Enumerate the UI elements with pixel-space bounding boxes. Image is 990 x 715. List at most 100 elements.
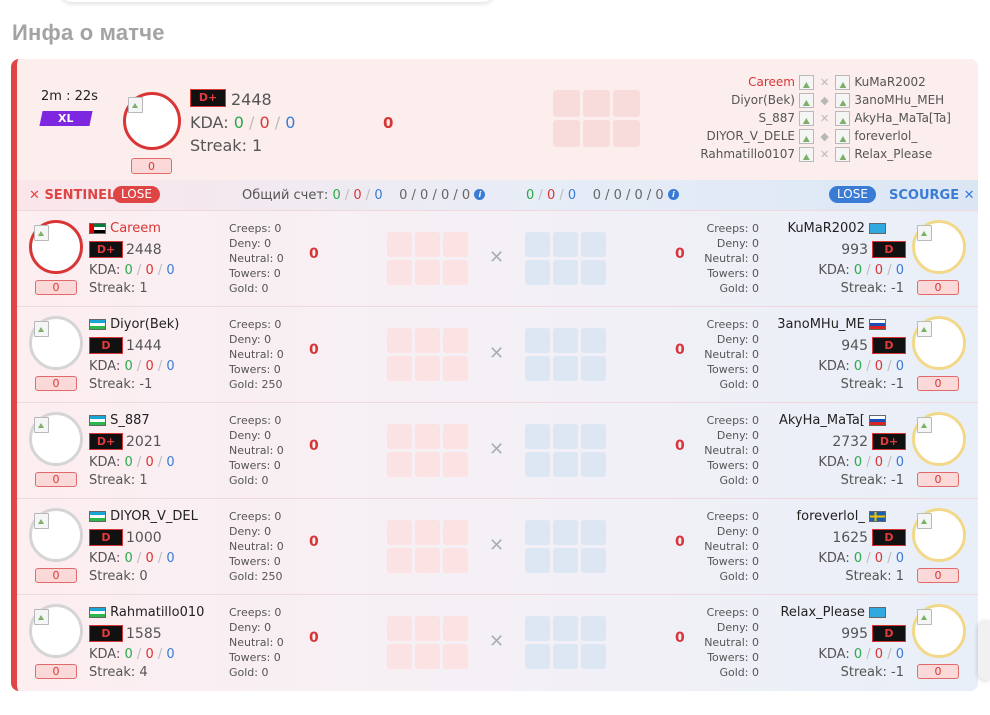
- player-pill: 0: [917, 280, 959, 295]
- kda-kills: 0: [853, 359, 863, 374]
- item-slot: [387, 356, 412, 381]
- player-name[interactable]: Diyor(Bek): [89, 317, 179, 332]
- broken-image-icon: [917, 321, 932, 337]
- kda: KDA: 0 / 0 / 0: [89, 263, 175, 278]
- roster-row: Diyor(Bek) ◆ 3anoMHu_MEH: [647, 91, 967, 109]
- item-slot: [553, 120, 580, 147]
- mmr-value: 945: [841, 338, 868, 354]
- hero-icon: [798, 93, 814, 108]
- side-widget[interactable]: [978, 620, 990, 680]
- kda-deaths: 0: [874, 455, 884, 470]
- mmr-value: 1444: [126, 338, 162, 354]
- player-name[interactable]: foreverlol_: [797, 509, 886, 524]
- kda-assists: 0: [895, 647, 904, 662]
- roster-right-name[interactable]: KuMaR2002: [854, 75, 925, 89]
- player-avatar[interactable]: [29, 508, 83, 562]
- stat-line: Gold: 0: [719, 378, 760, 391]
- player-name[interactable]: DIYOR_V_DEL: [89, 509, 198, 524]
- roster-left-name[interactable]: DIYOR_V_DELE: [647, 127, 795, 145]
- roster-left-name[interactable]: Diyor(Bek): [647, 91, 795, 109]
- player-avatar[interactable]: [912, 508, 966, 562]
- player-pill: 0: [35, 664, 77, 679]
- stat-line: Towers: 0: [229, 459, 281, 472]
- mode-badge: XL: [39, 111, 93, 126]
- roster-right-name[interactable]: 3anoMHu_MEH: [854, 93, 944, 107]
- player-avatar[interactable]: [912, 220, 966, 274]
- swords-icon: ✕: [820, 75, 830, 89]
- flag-icon: [869, 223, 886, 234]
- info-icon[interactable]: i: [474, 189, 486, 200]
- player-avatar[interactable]: [29, 316, 83, 370]
- player-avatar[interactable]: [29, 220, 83, 274]
- player-score: 0: [675, 342, 685, 358]
- shield-icon: ◆: [820, 93, 829, 107]
- sentinel-result-badge: LOSE: [113, 186, 160, 203]
- rank-badge: D: [872, 625, 906, 642]
- mmr-value: 2732: [832, 434, 868, 450]
- item-slot: [443, 616, 468, 641]
- stat-line: Gold: 0: [719, 282, 760, 295]
- broken-image-icon: [917, 609, 932, 625]
- player-name[interactable]: S_887: [89, 413, 150, 428]
- roster-left-name[interactable]: S_887: [647, 109, 795, 127]
- stat-line: Creeps: 0: [229, 510, 282, 523]
- stat-line: Creeps: 0: [706, 606, 759, 619]
- kda-kills: 0: [853, 551, 863, 566]
- hero-icon: [798, 129, 814, 144]
- hero-icon: [835, 147, 851, 162]
- kda-assists: 0: [895, 455, 904, 470]
- kda-label: KDA:: [89, 455, 121, 470]
- player-avatar[interactable]: [29, 412, 83, 466]
- item-slot: [387, 548, 412, 573]
- item-slot: [525, 232, 550, 257]
- rank-badge: D+: [89, 241, 123, 258]
- item-slots: [525, 520, 606, 573]
- stat-line: Neutral: 0: [704, 444, 759, 457]
- roster-left-name[interactable]: Careem: [647, 73, 795, 91]
- kda-kills: 0: [853, 455, 863, 470]
- player-avatar[interactable]: [29, 604, 83, 658]
- player-avatar[interactable]: [912, 412, 966, 466]
- player-avatar[interactable]: [912, 316, 966, 370]
- match-duration: 2m : 22s: [41, 89, 98, 104]
- roster-right-name[interactable]: AkyHa_MaTa[Ta]: [854, 111, 951, 125]
- item-slots: [525, 232, 606, 285]
- player-name[interactable]: Relax_Please: [780, 605, 886, 620]
- item-slot: [581, 260, 606, 285]
- stat-line: Creeps: 0: [229, 222, 282, 235]
- mmr-value: 2021: [126, 434, 162, 450]
- broken-image-icon: [34, 417, 49, 433]
- flag-icon: [869, 319, 886, 330]
- info-icon[interactable]: i: [667, 189, 679, 200]
- roster-left-name[interactable]: Rahmatillo0107: [647, 145, 795, 163]
- kda-assists: 0: [166, 359, 175, 374]
- player-name[interactable]: KuMaR2002: [787, 221, 886, 236]
- player-name[interactable]: Careem: [89, 221, 161, 236]
- item-slot: [553, 616, 578, 641]
- flag-icon: [89, 607, 106, 618]
- roster-right-name[interactable]: foreverlol_: [854, 129, 917, 143]
- stat-line: Deny: 0: [229, 429, 272, 442]
- score-assists: 0: [567, 188, 577, 203]
- sentinel-text: SENTINEL: [44, 188, 116, 203]
- player-name[interactable]: Rahmatillo010: [89, 605, 204, 620]
- player-avatar[interactable]: [912, 604, 966, 658]
- roster-right-name[interactable]: Relax_Please: [854, 147, 932, 161]
- player-name[interactable]: AkyHa_MaTa[: [779, 413, 886, 428]
- hero-avatar[interactable]: [123, 92, 181, 150]
- item-slot: [387, 424, 412, 449]
- stat-line: Neutral: 0: [229, 540, 284, 553]
- player-score: 0: [675, 630, 685, 646]
- kda: KDA: 0 / 0 / 0: [818, 551, 904, 566]
- item-slot: [525, 548, 550, 573]
- item-slot: [525, 520, 550, 545]
- scourge-text: SCOURGE: [889, 188, 960, 203]
- item-slot: [415, 452, 440, 477]
- broken-image-icon: [917, 225, 932, 241]
- kda-label: KDA:: [89, 551, 121, 566]
- mmr-value: 1000: [126, 530, 162, 546]
- player-name[interactable]: 3anoMHu_ME: [777, 317, 886, 332]
- item-slot: [583, 120, 610, 147]
- stat-line: Neutral: 0: [704, 636, 759, 649]
- stat-line: Towers: 0: [229, 267, 281, 280]
